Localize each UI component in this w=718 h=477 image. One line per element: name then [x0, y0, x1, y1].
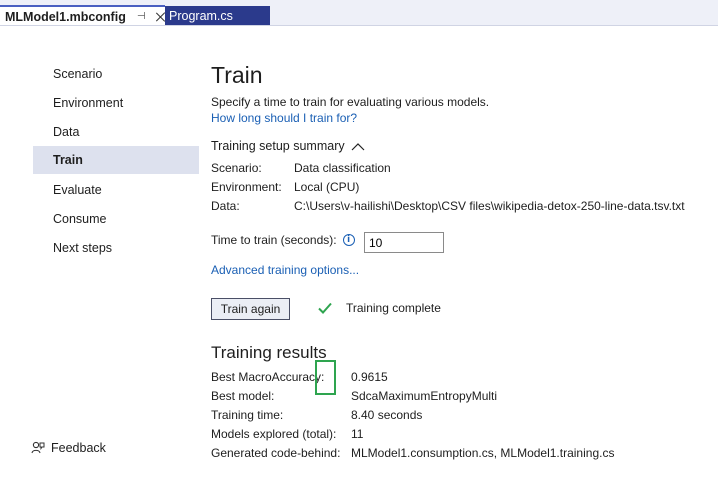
training-time-label: Training time: [211, 408, 284, 422]
training-results-title: Training results [211, 343, 327, 362]
tab-program-cs[interactable]: Program.cs [165, 6, 270, 26]
scenario-value: Data classification [294, 161, 391, 175]
training-setup-summary-toggle[interactable]: Training setup summary [211, 139, 365, 153]
training-time-value: 8.40 seconds [351, 408, 423, 422]
best-model-value: SdcaMaximumEntropyMulti [351, 389, 498, 403]
environment-value: Local (CPU) [294, 180, 360, 194]
info-icon[interactable]: i [342, 234, 355, 246]
scenario-label: Scenario: [211, 161, 262, 175]
best-model-label: Best model: [211, 389, 275, 403]
nav-item-scenario[interactable]: Scenario [33, 60, 199, 88]
pin-icon[interactable]: ⊣ [137, 11, 146, 22]
feedback-icon [31, 441, 45, 454]
status-text: Training complete [346, 301, 441, 315]
nav-item-environment[interactable]: Environment [33, 89, 199, 117]
close-icon[interactable] [155, 11, 165, 23]
time-to-train-label-row: Time to train (seconds): i [211, 233, 355, 247]
train-again-button[interactable]: Train again [211, 298, 290, 320]
nav-item-consume[interactable]: Consume [33, 205, 199, 233]
data-label: Data: [211, 199, 240, 213]
data-value: C:\Users\v-hailishi\Desktop\CSV files\wi… [294, 199, 685, 213]
models-explored-value: 11 [351, 427, 364, 441]
code-behind-label: Generated code-behind: [211, 446, 341, 460]
advanced-training-options-link[interactable]: Advanced training options... [211, 263, 359, 277]
summary-header-label: Training setup summary [211, 139, 345, 153]
page-title: Train [211, 62, 263, 88]
how-long-train-link[interactable]: How long should I train for? [211, 111, 357, 125]
highlight-box [315, 360, 336, 395]
tab-mlmodel1-mbconfig[interactable]: MLModel1.mbconfig ⊣ [0, 5, 165, 26]
time-to-train-label: Time to train (seconds): [211, 233, 337, 247]
feedback-button[interactable]: Feedback [31, 441, 106, 455]
code-behind-value: MLModel1.consumption.cs, MLModel1.traini… [351, 446, 615, 460]
chevron-up-icon [351, 142, 365, 150]
nav-item-evaluate[interactable]: Evaluate [33, 176, 199, 204]
tab-label: Program.cs [169, 9, 233, 23]
training-status: Training complete [318, 301, 441, 315]
tab-divider [0, 25, 718, 26]
page-description: Specify a time to train for evaluating v… [211, 95, 490, 109]
tab-label: MLModel1.mbconfig [5, 9, 126, 24]
nav-item-next-steps[interactable]: Next steps [33, 234, 199, 262]
best-accuracy-value: 0.9615 [351, 370, 388, 384]
environment-label: Environment: [211, 180, 282, 194]
nav-item-data[interactable]: Data [33, 118, 199, 146]
feedback-label: Feedback [51, 441, 106, 455]
best-accuracy-label: Best MacroAccuracy: [211, 370, 325, 384]
models-explored-label: Models explored (total): [211, 427, 337, 441]
document-tab-bar: MLModel1.mbconfig ⊣ Program.cs [0, 0, 718, 26]
nav-item-train[interactable]: Train [33, 146, 199, 174]
checkmark-icon [318, 302, 332, 314]
time-to-train-input[interactable] [364, 232, 444, 253]
